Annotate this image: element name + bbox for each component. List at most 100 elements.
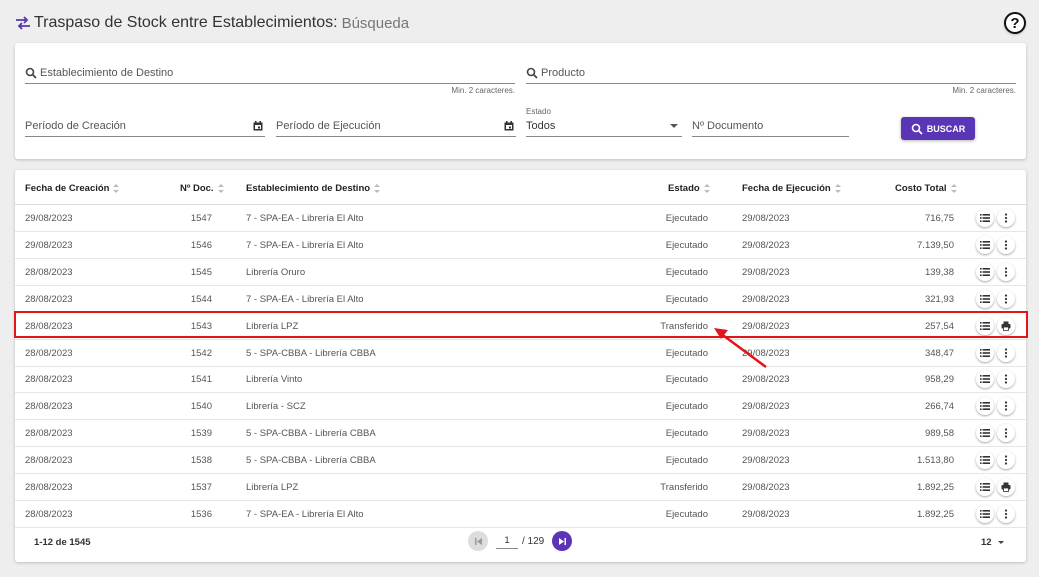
column-header-execution-date[interactable]: Fecha de Ejecución [742, 183, 842, 194]
chevron-down-icon [997, 541, 1004, 544]
cell-execution-date: 29/08/2023 [742, 401, 790, 413]
table-row[interactable]: 28/08/2023 1538 5 - SPA-CBBA - Librería CB… [15, 447, 1026, 475]
cell-execution-date: 29/08/2023 [742, 293, 790, 305]
detail-button[interactable] [976, 262, 994, 281]
cell-doc-number: 1545 [190, 266, 212, 278]
execution-period-placeholder: Período de Ejecución [276, 119, 381, 132]
more-options-button[interactable] [997, 209, 1015, 227]
column-header-total-cost[interactable]: Costo Total [895, 183, 958, 194]
creation-period-field[interactable]: Período de Creación [25, 115, 265, 137]
cell-creation-date: 29/08/2023 [25, 239, 73, 251]
cell-destination: 7 - SPA-EA - Librería El Alto [246, 508, 364, 520]
document-number-placeholder: Nº Documento [692, 119, 764, 132]
first-page-icon [474, 537, 482, 545]
cell-status: Ejecutado [665, 213, 708, 224]
cell-total-cost: 7.139,50 [917, 239, 954, 251]
chevron-down-icon [670, 124, 678, 128]
document-number-field[interactable]: Nº Documento [692, 115, 849, 137]
detail-button[interactable] [976, 370, 994, 389]
more-options-button[interactable] [997, 370, 1015, 389]
cell-total-cost: 1.513,80 [917, 455, 954, 467]
table-row[interactable]: 28/08/2023 1545 Librería Oruro Ejecutado 29/… [15, 259, 1026, 286]
cell-status: Ejecutado [665, 401, 708, 413]
table-footer: 1-12 de 1545 1 / 129 12 [15, 525, 1026, 562]
table-row[interactable]: 28/08/2023 1539 5 - SPA-CBBA - Librería CB… [15, 420, 1026, 448]
calendar-icon[interactable] [504, 121, 514, 131]
cell-execution-date: 29/08/2023 [742, 428, 790, 440]
cell-destination: 7 - SPA-EA - Librería El Alto [246, 213, 364, 224]
list-icon [980, 483, 990, 491]
cell-total-cost: 716,75 [924, 213, 954, 224]
table-header: Fecha de Creación Nº Doc. Establecimient… [15, 170, 1026, 205]
execution-period-field[interactable]: Período de Ejecución [276, 115, 516, 137]
status-select[interactable]: Todos [526, 115, 682, 137]
rows-per-page-value: 12 [981, 537, 992, 548]
table-row[interactable]: 29/08/2023 1546 7 - SPA-EA - Librería El A… [15, 232, 1026, 259]
last-page-button[interactable] [552, 531, 572, 551]
cell-status: Ejecutado [665, 239, 708, 251]
cell-creation-date: 28/08/2023 [25, 293, 73, 305]
table-row[interactable]: 28/08/2023 1536 7 - SPA-EA - Librería El A… [15, 501, 1026, 528]
cell-creation-date: 28/08/2023 [25, 455, 73, 467]
column-header-doc-number[interactable]: Nº Doc. [180, 183, 225, 194]
more-options-button[interactable] [997, 451, 1015, 470]
more-vertical-icon [1004, 267, 1008, 277]
search-panel: Establecimiento de Destino Min. 2 caract… [15, 43, 1026, 159]
cell-doc-number: 1544 [190, 293, 212, 305]
table-row[interactable]: 28/08/2023 1537 Librería LPZ Transferido 29/… [15, 474, 1026, 501]
more-options-button[interactable] [997, 262, 1015, 281]
product-field[interactable]: Producto [526, 62, 1016, 84]
more-options-button[interactable] [997, 397, 1015, 416]
more-options-button[interactable] [997, 504, 1015, 523]
rows-per-page-select[interactable]: 12 [981, 537, 1004, 548]
page-number-input[interactable]: 1 [496, 535, 518, 549]
cell-execution-date: 29/08/2023 [742, 239, 790, 251]
more-options-button[interactable] [997, 343, 1015, 362]
cell-status: Ejecutado [665, 266, 708, 278]
detail-button[interactable] [976, 478, 994, 496]
cell-status: Ejecutado [665, 293, 708, 305]
print-button[interactable] [997, 478, 1015, 496]
more-vertical-icon [1004, 401, 1008, 411]
detail-button[interactable] [976, 209, 994, 227]
detail-button[interactable] [976, 289, 994, 308]
more-options-button[interactable] [997, 235, 1015, 254]
search-button-label: BUSCAR [926, 123, 966, 134]
first-page-button[interactable] [468, 531, 488, 551]
detail-button[interactable] [976, 424, 994, 443]
product-placeholder: Producto [541, 66, 586, 79]
detail-button[interactable] [976, 235, 994, 254]
detail-button[interactable] [976, 343, 994, 362]
destination-field[interactable]: Establecimiento de Destino [25, 62, 515, 84]
table-row[interactable]: 28/08/2023 1541 Librería Vinto Ejecutado 29/… [15, 366, 1026, 394]
sort-icon [703, 184, 711, 193]
more-vertical-icon [1004, 294, 1008, 304]
cell-status: Ejecutado [665, 508, 708, 520]
column-header-creation-date[interactable]: Fecha de Creación [25, 183, 120, 194]
highlight-box [14, 311, 1028, 338]
sort-icon [217, 184, 225, 193]
table-row[interactable]: 28/08/2023 1544 7 - SPA-EA - Librería El A… [15, 286, 1026, 313]
help-button[interactable]: ? [1004, 12, 1026, 34]
calendar-icon[interactable] [253, 121, 263, 131]
cell-creation-date: 28/08/2023 [25, 347, 73, 359]
destination-placeholder: Establecimiento de Destino [40, 66, 174, 79]
cell-doc-number: 1541 [190, 374, 212, 386]
table-row[interactable]: 28/08/2023 1540 Librería - SCZ Ejecutado 29/… [15, 393, 1026, 421]
search-button[interactable]: BUSCAR [901, 117, 975, 140]
detail-button[interactable] [976, 397, 994, 416]
detail-button[interactable] [976, 504, 994, 523]
cell-doc-number: 1539 [190, 428, 212, 440]
column-header-status[interactable]: Estado [668, 183, 711, 194]
list-icon [980, 240, 990, 249]
more-options-button[interactable] [997, 289, 1015, 308]
cell-total-cost: 958,29 [924, 374, 954, 386]
column-header-destination[interactable]: Establecimiento de Destino [246, 183, 381, 194]
detail-button[interactable] [976, 451, 994, 470]
more-options-button[interactable] [997, 424, 1015, 443]
cell-destination: Librería LPZ [246, 482, 299, 493]
cell-destination: Librería - SCZ [246, 401, 306, 413]
cell-total-cost: 266,74 [924, 401, 954, 413]
table-row[interactable]: 28/08/2023 1542 5 - SPA-CBBA - Librería CB… [15, 340, 1026, 367]
table-row[interactable]: 29/08/2023 1547 7 - SPA-EA - Librería El A… [15, 205, 1026, 232]
